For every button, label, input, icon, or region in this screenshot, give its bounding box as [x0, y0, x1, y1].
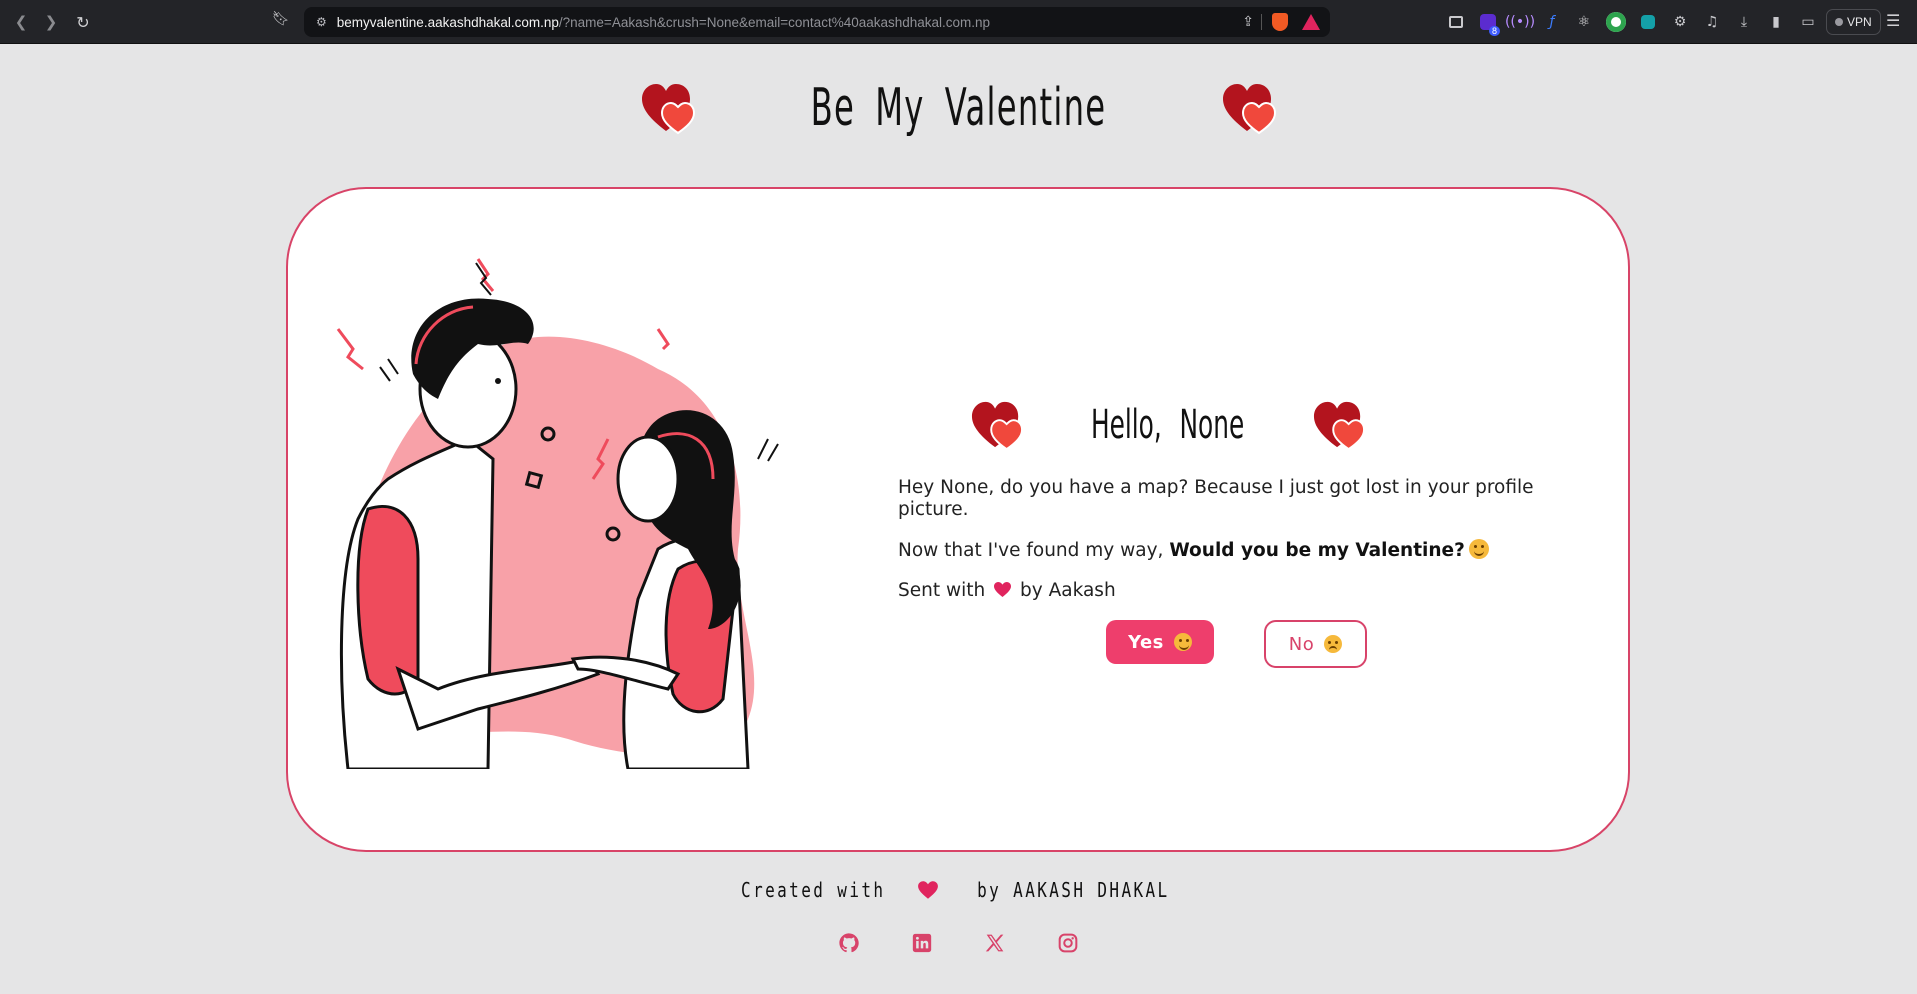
sidebar-icon[interactable]: ▮ [1760, 10, 1792, 34]
forward-icon[interactable]: ❯ [40, 11, 62, 33]
footer-created-suffix: by AAKASH DHAKAL [977, 878, 1171, 902]
signature-line: Sent with by Aakash [898, 580, 1578, 602]
hearts-icon [1222, 84, 1276, 135]
smiling-emoji-icon [1173, 633, 1192, 651]
github-icon[interactable] [838, 932, 860, 954]
heart-icon [994, 581, 1012, 598]
address-bar[interactable]: ⚙ bemyvalentine.aakashdhakal.com.np/?nam… [304, 7, 1330, 37]
signature-prefix: Sent with [898, 580, 986, 601]
hearts-icon [642, 84, 696, 135]
hearts-icon [1313, 401, 1365, 451]
url-host: bemyvalentine.aakashdhakal.com.np [336, 14, 559, 30]
bookmark-icon[interactable]: 🔖︎ [272, 11, 290, 27]
valentine-card: Hello, None Hey None, do you have a map?… [286, 187, 1630, 852]
question-bold: Would you be my Valentine? [1169, 540, 1465, 561]
linkedin-icon[interactable] [911, 932, 933, 954]
instagram-icon[interactable] [1057, 932, 1079, 954]
back-icon[interactable]: ❮ [10, 11, 32, 33]
formula-extension-icon[interactable]: ƒ [1536, 10, 1568, 34]
greeting-heading: Hello, None [1091, 402, 1245, 448]
vpn-status-icon [1835, 18, 1843, 26]
brave-shield-icon[interactable] [1272, 13, 1288, 31]
globe-extension-icon[interactable] [1600, 10, 1632, 34]
url-path: /?name=Aakash&crush=None&email=contact%4… [558, 14, 991, 30]
greeting-row: Hello, None [828, 399, 1508, 451]
social-links [0, 932, 1917, 954]
x-icon[interactable] [984, 932, 1006, 954]
valentine-question: Now that I've found my way, Would you be… [898, 539, 1578, 562]
menu-icon[interactable]: ☰ [1886, 11, 1900, 30]
couple-illustration [336, 258, 779, 769]
screenshot-extension-icon[interactable] [1440, 10, 1472, 34]
wallet-icon[interactable]: ▭ [1792, 10, 1824, 34]
music-icon[interactable]: ♫ [1696, 10, 1728, 34]
footer-credit: Created with by AAKASH DHAKAL [0, 878, 1917, 902]
sad-emoji-icon [1324, 635, 1343, 653]
answer-buttons: Yes No [1106, 620, 1367, 668]
site-settings-icon[interactable]: ⚙ [316, 15, 327, 29]
no-button[interactable]: No [1264, 620, 1367, 668]
wireless-extension-icon[interactable]: ((•)) [1504, 10, 1536, 34]
extensions-bar: 8 ((•)) ƒ ⚛ ⚙ ♫ ⤓ ▮ ▭ [1440, 10, 1824, 36]
pickup-line: Hey None, do you have a map? Because I j… [898, 477, 1534, 520]
page-title: Be My Valentine [810, 78, 1107, 138]
rewards-icon[interactable] [1302, 14, 1320, 30]
message-panel: Hello, None Hey None, do you have a map?… [898, 399, 1578, 602]
share-icon[interactable]: ⇪ [1242, 14, 1254, 30]
vpn-label: VPN [1847, 15, 1872, 29]
page-header: Be My Valentine [0, 78, 1917, 138]
signature-suffix: by Aakash [1020, 580, 1116, 601]
no-label: No [1288, 633, 1315, 655]
reload-icon[interactable]: ↻ [72, 11, 94, 33]
teal-extension-icon[interactable] [1632, 10, 1664, 34]
puzzle-icon[interactable]: ⚙ [1664, 10, 1696, 34]
heart-icon [918, 881, 939, 899]
smiling-emoji-icon [1468, 539, 1489, 559]
download-icon[interactable]: ⤓ [1728, 10, 1760, 34]
vpn-button[interactable]: VPN [1826, 9, 1881, 35]
react-devtools-icon[interactable]: ⚛ [1568, 10, 1600, 34]
yes-label: Yes [1128, 631, 1164, 653]
extension-icon-purple[interactable]: 8 [1472, 10, 1504, 36]
extension-badge: 8 [1488, 26, 1500, 36]
yes-button[interactable]: Yes [1106, 620, 1214, 664]
browser-toolbar: ❮ ❯ ↻ 🔖︎ ⚙ bemyvalentine.aakashdhakal.co… [0, 0, 1917, 44]
hearts-icon [972, 401, 1024, 451]
footer-created-prefix: Created with [740, 878, 886, 902]
question-prefix: Now that I've found my way, [898, 540, 1170, 561]
divider [1261, 14, 1262, 30]
